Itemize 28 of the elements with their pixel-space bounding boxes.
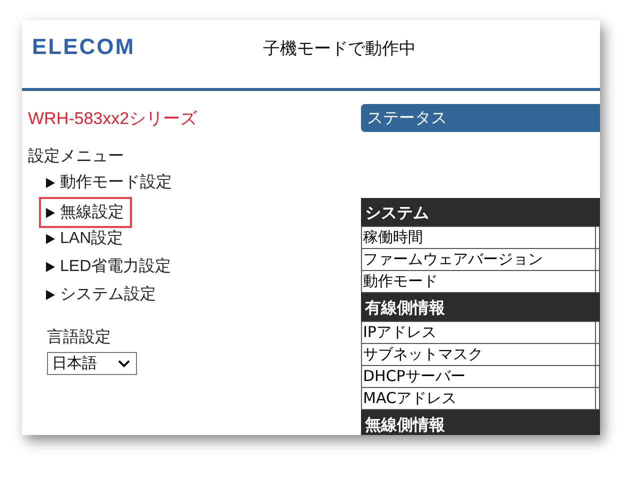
table-cell: サブネットマスク <box>362 344 596 365</box>
table-cell: IPアドレス <box>362 322 596 343</box>
table-section-header: システム <box>361 198 600 227</box>
table-section-header: 無線側情報 <box>361 410 600 435</box>
triangle-right-icon <box>46 208 55 218</box>
table-cell: ファームウェアバージョン <box>362 249 596 270</box>
triangle-right-icon <box>46 178 55 188</box>
table-cell: DHCPサーバー <box>362 366 596 387</box>
triangle-right-icon <box>46 290 55 300</box>
chevron-down-icon <box>118 360 130 368</box>
language-select[interactable]: 日本語 <box>47 352 137 375</box>
menu-item[interactable]: LAN設定 <box>39 225 132 253</box>
table-cell: MACアドレス <box>362 388 596 409</box>
series-title: WRH-583xx2シリーズ <box>28 108 198 130</box>
menu-item[interactable]: システム設定 <box>39 281 164 309</box>
status-text: 子機モードで動作中 <box>263 38 416 60</box>
menu-item[interactable]: 無線設定 <box>39 197 132 228</box>
menu-title: 設定メニュー <box>28 146 125 167</box>
table-cell: 稼働時間 <box>362 227 596 248</box>
menu-item[interactable]: 動作モード設定 <box>39 169 180 197</box>
language-label: 言語設定 <box>47 327 112 348</box>
table-section-header: 有線側情報 <box>361 293 600 322</box>
logo: ELECOM <box>32 34 136 60</box>
section-heading: ステータス <box>361 104 600 132</box>
triangle-right-icon <box>46 234 55 244</box>
menu-item[interactable]: LED省電力設定 <box>39 253 180 281</box>
triangle-right-icon <box>46 262 55 272</box>
table-cell: 動作モード <box>362 271 596 292</box>
